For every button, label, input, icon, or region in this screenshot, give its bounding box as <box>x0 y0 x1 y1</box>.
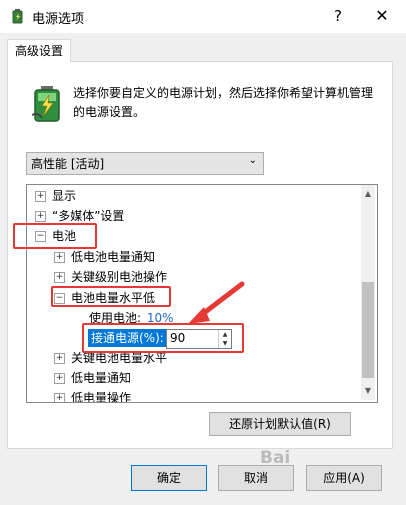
power-options-icon <box>10 8 26 24</box>
tab-advanced-settings[interactable]: 高级设置 <box>7 39 71 62</box>
tree-item-critical-battery-action[interactable]: + 关键级别电池操作 <box>54 268 167 286</box>
tree-item-low-battery-notification[interactable]: + 低电池电量通知 <box>54 248 155 266</box>
description-text: 选择你要自定义的电源计划，然后选择你希望计算机管理的电源设置。 <box>73 86 374 119</box>
expand-icon[interactable]: + <box>54 272 65 283</box>
expand-icon[interactable]: + <box>35 191 46 202</box>
expand-icon[interactable]: + <box>54 353 65 364</box>
low-battery-level-highlight-box <box>51 286 171 307</box>
tree-item-low-battery-action[interactable]: + 低电量操作 <box>54 389 132 403</box>
tree-item-label: 关键级别电池操作 <box>71 270 168 284</box>
battery-icon <box>31 85 62 123</box>
scroll-up-arrow-icon[interactable]: ▲ <box>361 187 375 201</box>
expand-icon[interactable]: + <box>54 252 65 263</box>
tree-item-label: 显示 <box>52 189 77 203</box>
close-button[interactable]: ✕ <box>370 4 394 28</box>
tree-item-reserve-battery-notification[interactable]: + 低电量通知 <box>54 369 131 387</box>
window-title: 电源选项 <box>32 12 85 27</box>
battery-highlight-box <box>13 223 97 249</box>
tree-item-label: 低电池电量通知 <box>71 250 156 264</box>
power-plan-select[interactable]: 高性能 [活动] ⌄ <box>26 152 264 175</box>
tree-item-label: “多媒体”设置 <box>52 209 125 223</box>
apply-button[interactable]: 应用(A) <box>306 465 382 491</box>
restore-defaults-button[interactable]: 还原计划默认值(R) <box>209 412 351 436</box>
annotation-arrow-icon <box>188 281 245 324</box>
power-plan-value: 高性能 [活动] <box>31 157 105 171</box>
expand-icon[interactable]: + <box>35 211 46 222</box>
scroll-down-arrow-icon[interactable]: ▼ <box>361 384 375 398</box>
tree-item-label: 低电量操作 <box>71 391 132 403</box>
chevron-down-icon: ⌄ <box>248 155 257 166</box>
expand-icon[interactable]: + <box>54 393 65 402</box>
ok-button[interactable]: 确定 <box>131 465 207 491</box>
tree-item-label: 低电量通知 <box>71 371 132 385</box>
scrollbar-thumb[interactable] <box>362 282 374 378</box>
cancel-button[interactable]: 取消 <box>218 465 294 491</box>
expand-icon[interactable]: + <box>54 373 65 384</box>
tree-item-label: 关键电池电量水平 <box>71 351 168 365</box>
help-button[interactable]: ? <box>326 4 350 28</box>
tree-item-display[interactable]: + 显示 <box>35 187 76 205</box>
